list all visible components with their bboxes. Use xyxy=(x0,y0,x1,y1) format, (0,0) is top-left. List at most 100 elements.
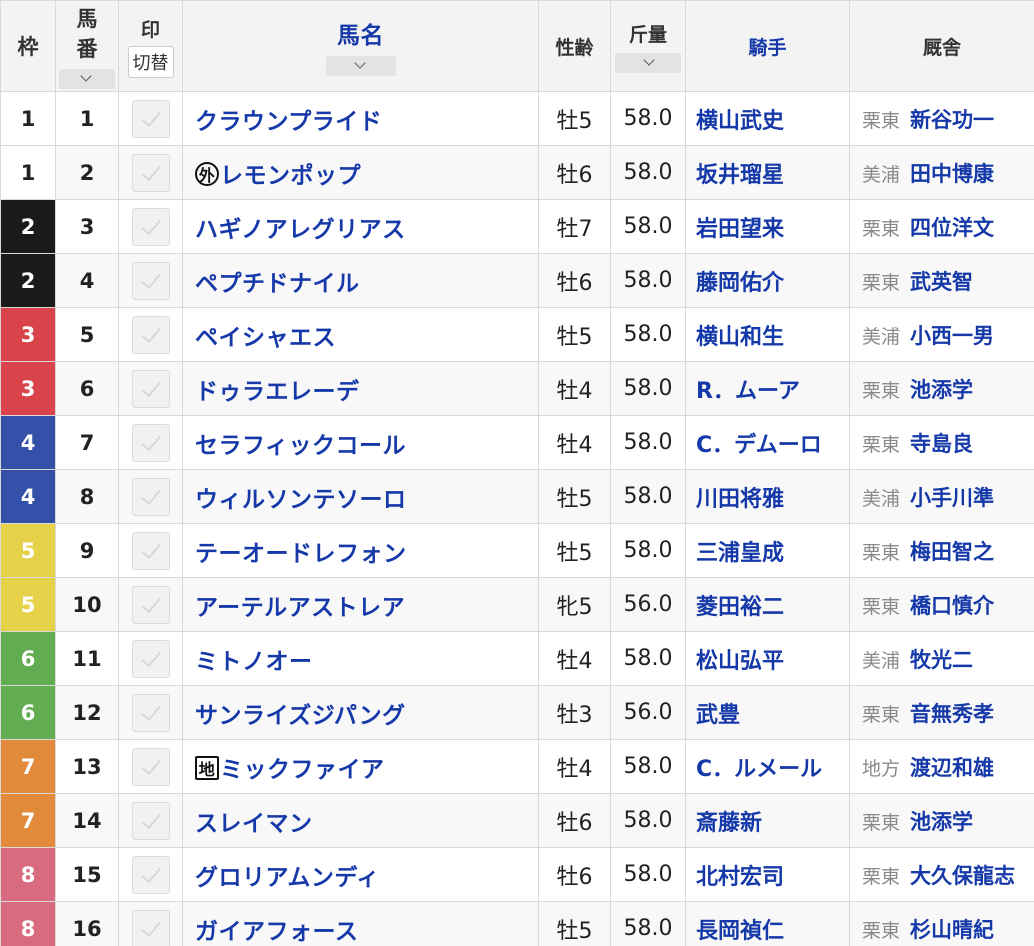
sex-age-cell: 牡6 xyxy=(538,253,611,308)
mark-checkbox[interactable] xyxy=(131,693,170,732)
mark-checkbox[interactable] xyxy=(131,261,170,300)
sort-umaban-chevron-down-icon[interactable] xyxy=(59,69,115,89)
umaban-cell: 1 xyxy=(55,91,119,146)
trainer-link[interactable]: 寺島良 xyxy=(910,432,973,456)
jockey-link[interactable]: 長岡禎仁 xyxy=(696,919,784,944)
umaban-cell: 15 xyxy=(55,847,119,902)
weight-cell: 58.0 xyxy=(610,253,686,308)
jockey-link[interactable]: C．デムーロ xyxy=(696,433,822,458)
weight-cell: 56.0 xyxy=(610,685,686,740)
horse-name-link[interactable]: ウィルソンテソーロ xyxy=(195,487,407,513)
umaban-cell: 4 xyxy=(55,253,119,308)
mark-checkbox[interactable] xyxy=(131,369,170,408)
jockey-link[interactable]: 横山武史 xyxy=(696,109,784,134)
mark-cell xyxy=(118,523,183,578)
horse-name-link[interactable]: ミックファイア xyxy=(220,757,385,783)
mark-checkbox[interactable] xyxy=(131,639,170,678)
horse-name-link[interactable]: ハギノアレグリアス xyxy=(195,217,406,243)
mark-checkbox[interactable] xyxy=(131,207,170,246)
mark-checkbox[interactable] xyxy=(131,585,170,624)
trainer-link[interactable]: 音無秀孝 xyxy=(910,702,994,726)
horse-name-link[interactable]: アーテルアストレア xyxy=(195,595,405,621)
trainer-link[interactable]: 池添学 xyxy=(910,378,973,402)
sex-age-cell: 牝5 xyxy=(538,577,611,632)
trainer-link[interactable]: 橋口慎介 xyxy=(910,594,994,618)
jockey-link[interactable]: 川田将雅 xyxy=(696,487,784,512)
sort-weight-chevron-down-icon[interactable] xyxy=(615,52,681,73)
trainer-link[interactable]: 田中博康 xyxy=(910,162,994,186)
trainer-link[interactable]: 牧光二 xyxy=(910,648,973,672)
stable-area: 栗東 xyxy=(862,595,901,618)
jockey-link[interactable]: 武豊 xyxy=(696,703,740,728)
jockey-link[interactable]: 菱田裕二 xyxy=(696,595,784,620)
jockey-link[interactable]: 斎藤新 xyxy=(696,811,762,836)
mark-cell xyxy=(118,91,183,146)
horse-name-link[interactable]: ペイシャエス xyxy=(195,325,336,351)
horse-name-link[interactable]: ペプチドナイル xyxy=(195,271,360,297)
horse-name-link[interactable]: グロリアムンディ xyxy=(195,865,380,891)
jockey-link[interactable]: 北村宏司 xyxy=(696,865,784,890)
mark-checkbox[interactable] xyxy=(131,855,170,894)
trainer-link[interactable]: 小西一男 xyxy=(910,324,994,348)
mark-checkbox[interactable] xyxy=(131,531,170,570)
trainer-link[interactable]: 池添学 xyxy=(910,810,973,834)
umaban-cell: 13 xyxy=(55,739,119,794)
mark-checkbox[interactable] xyxy=(131,801,170,840)
mark-checkbox[interactable] xyxy=(131,909,170,946)
mark-checkbox[interactable] xyxy=(131,747,170,786)
mark-checkbox[interactable] xyxy=(131,153,170,192)
weight-cell: 58.0 xyxy=(610,847,686,902)
entry-row: 6 11 ミトノオー 牡4 58.0 松山弘平 美浦 牧光二 xyxy=(0,631,1034,686)
sort-name-chevron-down-icon[interactable] xyxy=(325,56,396,76)
jockey-link[interactable]: 三浦皇成 xyxy=(696,541,784,566)
mark-checkbox[interactable] xyxy=(131,477,170,516)
trainer-link[interactable]: 小手川準 xyxy=(910,486,994,510)
jockey-link[interactable]: R．ムーア xyxy=(696,379,800,404)
horse-name-link[interactable]: テーオードレフォン xyxy=(195,541,407,567)
jockey-cell: 横山武史 xyxy=(685,91,850,146)
header-horse-name: 馬名 xyxy=(182,0,539,92)
stable-area: 美浦 xyxy=(862,163,901,186)
trainer-link[interactable]: 武英智 xyxy=(910,270,973,294)
mark-cell xyxy=(118,901,183,946)
umaban-cell: 10 xyxy=(55,577,119,632)
waku-cell: 4 xyxy=(0,415,56,470)
stable-area: 地方 xyxy=(862,757,901,780)
horse-name-cell: ガイアフォース xyxy=(182,901,539,946)
jockey-link[interactable]: 藤岡佑介 xyxy=(696,271,784,296)
jockey-cell: 菱田裕二 xyxy=(685,577,850,632)
horse-name-link[interactable]: スレイマン xyxy=(195,811,313,837)
stable-area: 栗東 xyxy=(862,865,901,888)
jockey-link[interactable]: 松山弘平 xyxy=(696,649,784,674)
trainer-link[interactable]: 大久保龍志 xyxy=(910,864,1015,888)
jockey-link[interactable]: 岩田望来 xyxy=(696,217,784,242)
jockey-link[interactable]: 坂井瑠星 xyxy=(696,163,784,188)
trainer-link[interactable]: 新谷功一 xyxy=(910,108,994,132)
horse-name-link[interactable]: レモンポップ xyxy=(220,163,361,189)
horse-name-link[interactable]: ガイアフォース xyxy=(195,919,358,945)
trainer-link[interactable]: 梅田智之 xyxy=(910,540,994,564)
weight-cell: 58.0 xyxy=(610,901,686,946)
mark-toggle-button[interactable]: 切替 xyxy=(127,45,174,78)
horse-name-link[interactable]: クラウンプライド xyxy=(195,109,382,135)
weight-cell: 58.0 xyxy=(610,199,686,254)
entry-row: 2 3 ハギノアレグリアス 牡7 58.0 岩田望来 栗東 四位洋文 xyxy=(0,199,1034,254)
jockey-link[interactable]: C．ルメール xyxy=(696,757,822,782)
horse-name-link[interactable]: サンライズジパング xyxy=(195,703,406,729)
trainer-link[interactable]: 四位洋文 xyxy=(910,216,994,240)
sex-age-cell: 牡3 xyxy=(538,685,611,740)
mark-checkbox[interactable] xyxy=(131,99,170,138)
horse-name-link[interactable]: ドゥラエレーデ xyxy=(195,379,360,405)
mark-cell xyxy=(118,739,183,794)
horse-name-link[interactable]: セラフィックコール xyxy=(195,433,406,459)
jockey-link[interactable]: 横山和生 xyxy=(696,325,784,350)
mark-checkbox[interactable] xyxy=(131,315,170,354)
jockey-cell: 横山和生 xyxy=(685,307,850,362)
waku-cell: 6 xyxy=(0,685,56,740)
mark-checkbox[interactable] xyxy=(131,423,170,462)
horse-name-link[interactable]: ミトノオー xyxy=(195,649,313,675)
horse-name-cell: ペプチドナイル xyxy=(182,253,539,308)
trainer-link[interactable]: 渡辺和雄 xyxy=(910,756,994,780)
stable-cell: 栗東 武英智 xyxy=(849,253,1034,308)
trainer-link[interactable]: 杉山晴紀 xyxy=(910,918,994,942)
